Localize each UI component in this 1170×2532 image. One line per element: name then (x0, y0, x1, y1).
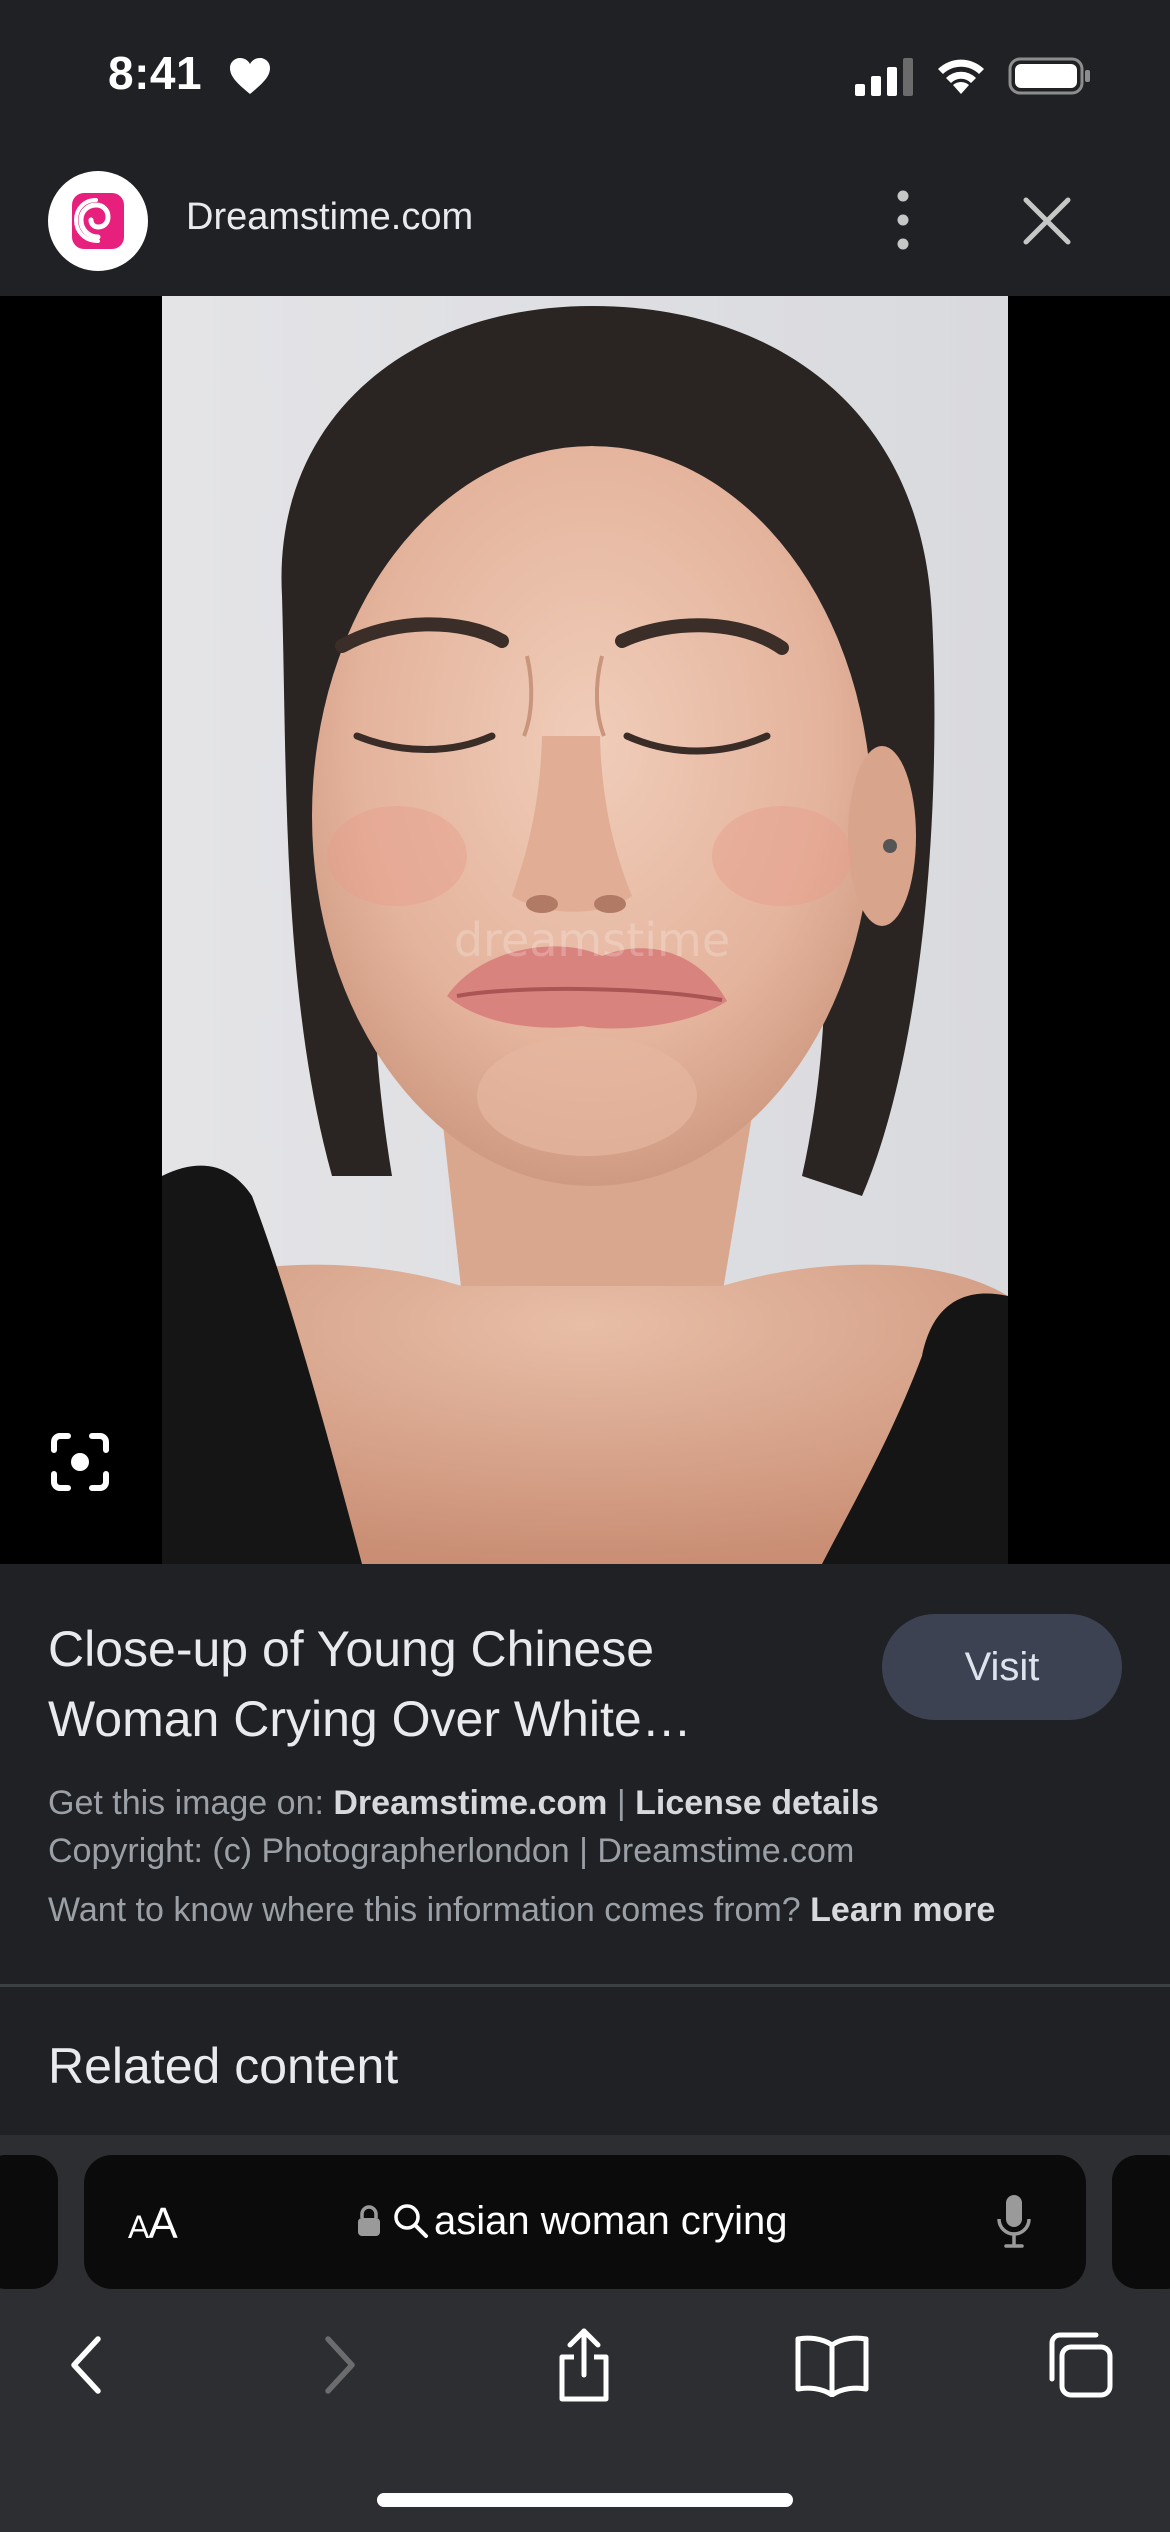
forward-icon (325, 2336, 355, 2394)
related-content-section: Related content (0, 1987, 1170, 2135)
reader-options-button[interactable]: AA (128, 2199, 178, 2249)
image-title[interactable]: Close-up of Young Chinese Woman Crying O… (48, 1614, 828, 1754)
aa-large: A (148, 2199, 177, 2248)
back-button[interactable] (46, 2325, 126, 2405)
forward-button[interactable] (300, 2325, 380, 2405)
bookmarks-icon (795, 2335, 869, 2397)
status-bar: 8:41 (0, 0, 1170, 150)
share-button[interactable] (544, 2325, 624, 2405)
info-source-question: Want to know where this information come… (48, 1891, 801, 1929)
tabs-icon (1049, 2332, 1113, 2398)
back-icon (71, 2336, 101, 2394)
source-line: Get this image on: Dreamstime.com | Lice… (48, 1784, 879, 1823)
close-icon[interactable] (1018, 192, 1076, 250)
license-details-link[interactable]: License details (635, 1784, 879, 1822)
visit-button[interactable]: Visit (882, 1614, 1122, 1720)
status-time: 8:41 (108, 47, 203, 99)
site-name[interactable]: Dreamstime.com (186, 196, 473, 239)
home-indicator[interactable] (377, 2493, 793, 2507)
next-tab-peek[interactable] (1112, 2155, 1170, 2289)
dreamstime-logo-icon[interactable] (48, 171, 148, 271)
source-site-link[interactable]: Dreamstime.com (333, 1784, 607, 1822)
image-title-line1: Close-up of Young Chinese (48, 1621, 655, 1677)
info-source-line: Want to know where this information come… (48, 1891, 995, 1930)
image-title-line2: Woman Crying Over White… (48, 1691, 692, 1747)
more-vertical-icon[interactable] (880, 180, 926, 260)
cellular-signal-icon (855, 58, 913, 96)
copyright-line: Copyright: (c) Photographerlondon | Drea… (48, 1832, 855, 1870)
image-viewer-header: Dreamstime.com (0, 150, 1170, 296)
share-icon (559, 2328, 609, 2402)
browser-bottom-bar: AA asian woman crying (0, 2135, 1170, 2532)
battery-icon (1008, 57, 1090, 95)
aa-small: A (128, 2209, 149, 2245)
lock-icon (358, 2205, 380, 2236)
learn-more-link[interactable]: Learn more (810, 1891, 995, 1929)
tabs-button[interactable] (1040, 2325, 1120, 2405)
search-query: asian woman crying (434, 2198, 788, 2243)
image-info-panel: Close-up of Young Chinese Woman Crying O… (0, 1564, 1170, 1987)
image-viewer[interactable]: dreamstime (0, 296, 1170, 1564)
result-image[interactable]: dreamstime (162, 296, 1008, 1564)
url-display[interactable]: asian woman crying (356, 2193, 788, 2249)
previous-tab-peek[interactable] (0, 2155, 58, 2289)
microphone-icon[interactable] (996, 2193, 1032, 2249)
search-icon (394, 2204, 428, 2238)
separator: | (616, 1784, 626, 1822)
wifi-icon (938, 59, 984, 94)
related-content-heading: Related content (48, 2038, 399, 2094)
heart-icon (230, 58, 270, 94)
address-bar[interactable]: AA asian woman crying (84, 2155, 1086, 2289)
watermark: dreamstime (454, 913, 730, 967)
google-lens-icon[interactable] (48, 1430, 112, 1494)
get-image-prefix: Get this image on: (48, 1784, 324, 1822)
bookmarks-button[interactable] (792, 2325, 872, 2405)
